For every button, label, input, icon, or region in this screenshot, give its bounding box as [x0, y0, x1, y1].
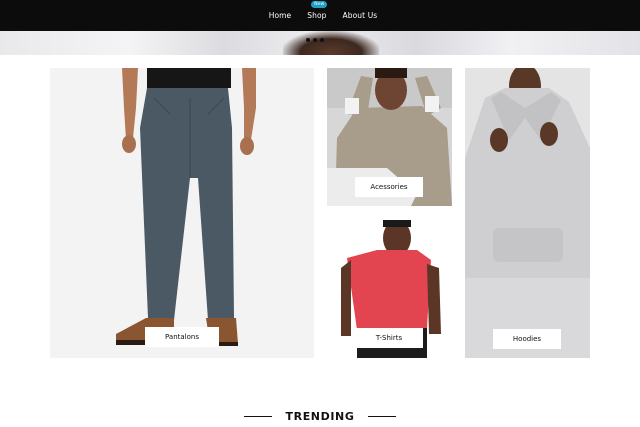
new-badge: New	[311, 1, 328, 8]
hero-banner-image	[0, 31, 640, 55]
heading-divider-right	[368, 415, 397, 417]
top-navbar: Home New Shop About Us	[0, 0, 640, 31]
hero-model-figure	[283, 31, 379, 55]
category-tile-acessories[interactable]: Acessories	[327, 68, 452, 206]
nav-item-home[interactable]: Home	[261, 11, 300, 20]
nav-item-about-us-label: About Us	[342, 11, 378, 20]
category-tile-hoodies[interactable]: Hoodies	[465, 68, 590, 358]
hoodies-model-image	[465, 68, 590, 358]
nav-item-home-label: Home	[268, 11, 292, 20]
heading-divider-left	[243, 415, 272, 417]
hero-decor	[306, 38, 324, 42]
nav-item-shop[interactable]: New Shop	[299, 1, 334, 20]
category-label-t-shirts[interactable]: T-Shirts	[355, 328, 423, 348]
trending-section-heading: TRENDING	[0, 406, 640, 426]
nav-item-shop-label: Shop	[307, 11, 327, 20]
category-tile-pantalons[interactable]: Pantalons	[50, 68, 314, 358]
category-label-hoodies[interactable]: Hoodies	[493, 329, 561, 349]
trending-title: TRENDING	[285, 409, 355, 423]
category-label-pantalons[interactable]: Pantalons	[145, 327, 219, 347]
nav-item-about-us[interactable]: About Us	[335, 11, 386, 20]
pants-model-image	[50, 68, 314, 358]
category-label-acessories[interactable]: Acessories	[355, 177, 423, 197]
category-tile-t-shirts[interactable]: T-Shirts	[327, 218, 452, 358]
nav-menu: Home New Shop About Us	[261, 1, 386, 20]
